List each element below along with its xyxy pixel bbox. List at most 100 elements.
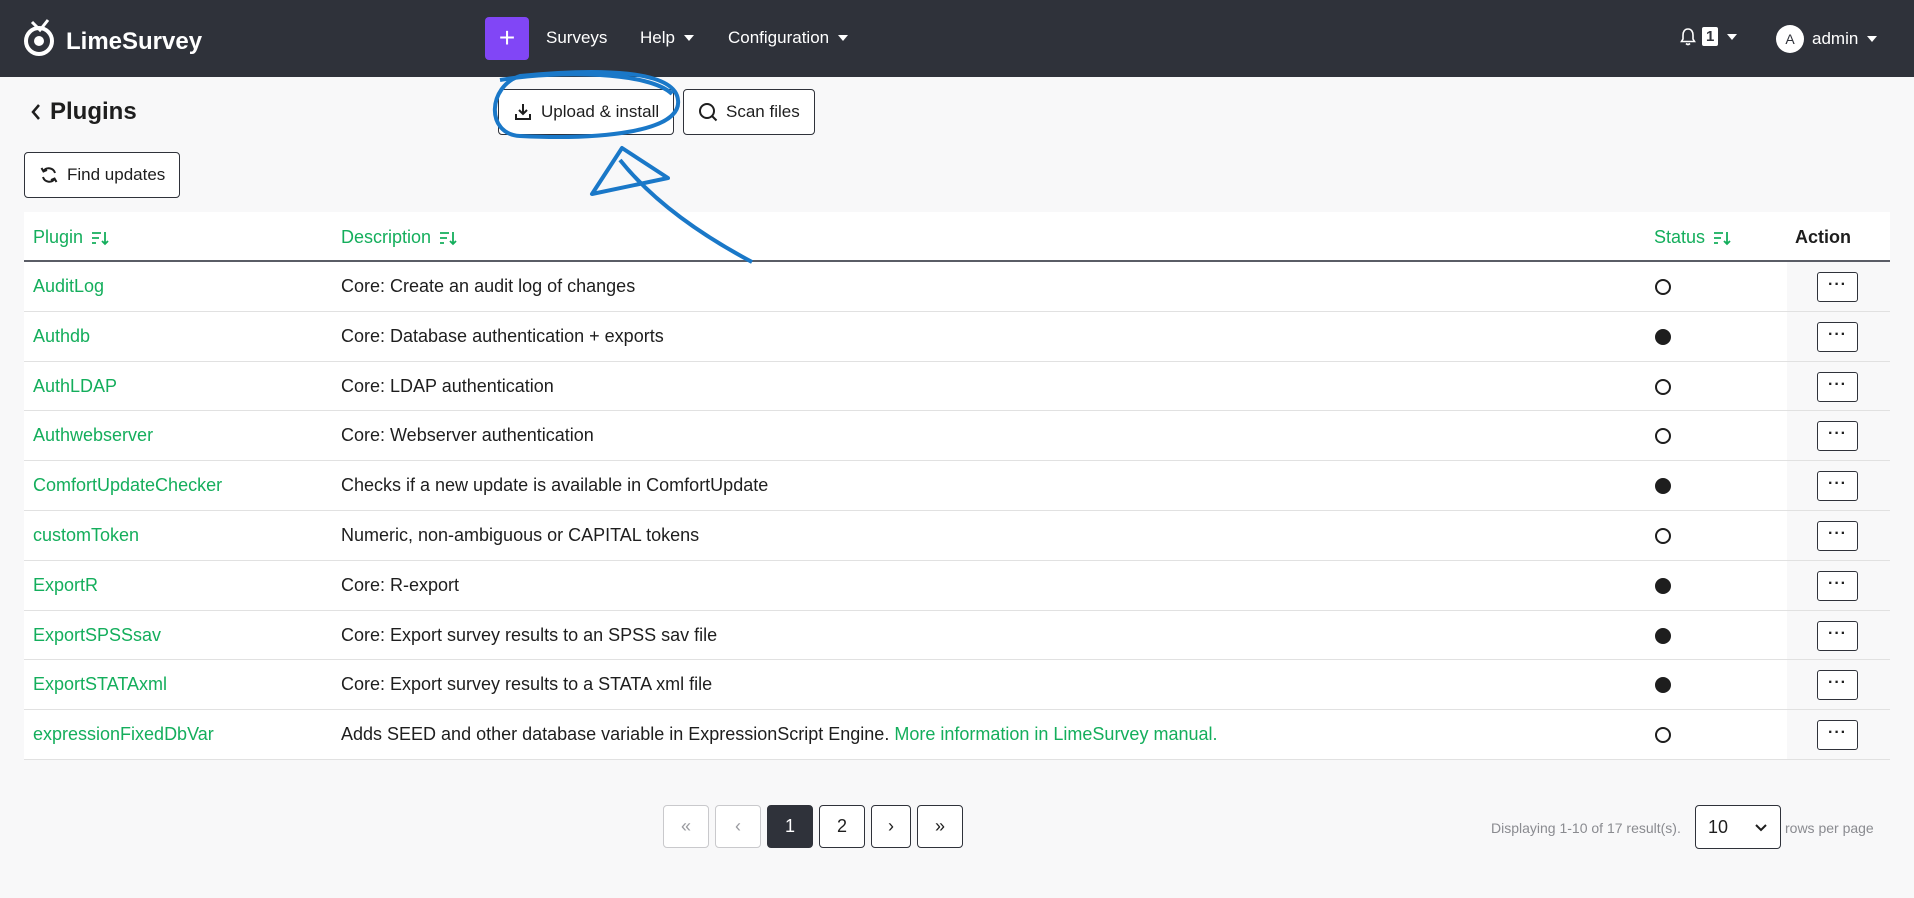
plugin-name-link[interactable]: ExportSTATAxml xyxy=(33,674,167,695)
plugin-name-link[interactable]: ExportR xyxy=(33,575,98,596)
table-row: AuthLDAP Core: LDAP authentication ··· xyxy=(24,361,1890,412)
plugin-description: Adds SEED and other database variable in… xyxy=(341,724,890,745)
page-2-button[interactable]: 2 xyxy=(819,805,865,848)
plugin-description-cell: Core: Export survey results to an SPSS s… xyxy=(341,625,717,646)
chevron-left-icon xyxy=(31,104,40,120)
bell-icon xyxy=(1680,27,1696,45)
plugin-name-link[interactable]: Authdb xyxy=(33,326,90,347)
plugin-name-link[interactable]: customToken xyxy=(33,525,139,546)
plugin-description: Core: Export survey results to a STATA x… xyxy=(341,674,713,695)
plugin-name-link[interactable]: Authwebserver xyxy=(33,425,153,446)
row-actions-button[interactable]: ··· xyxy=(1817,720,1858,751)
plugins-table: Plugin Description Status Action AuditLo… xyxy=(24,212,1890,760)
plugin-description-cell: Core: R-export xyxy=(341,575,459,596)
prev-page-button[interactable]: ‹ xyxy=(715,805,761,848)
status-active-icon xyxy=(1655,328,1671,345)
find-updates-button[interactable]: Find updates xyxy=(24,152,181,198)
scan-files-button[interactable]: Scan files xyxy=(683,89,815,135)
table-row: ExportR Core: R-export ··· xyxy=(24,560,1890,611)
notification-count-badge: 1 xyxy=(1702,27,1719,46)
limesurvey-logo-icon xyxy=(24,19,54,56)
notifications-dropdown[interactable]: 1 xyxy=(1680,27,1738,46)
table-row: expressionFixedDbVar Adds SEED and other … xyxy=(24,710,1890,760)
scan-files-label: Scan files xyxy=(726,102,800,121)
brand-name: LimeSurvey xyxy=(66,28,203,55)
user-menu-dropdown[interactable]: A admin xyxy=(1776,25,1878,53)
row-actions-button[interactable]: ··· xyxy=(1817,371,1858,402)
plugin-description: Core: Create an audit log of changes xyxy=(341,276,636,296)
rows-per-page-value: 10 xyxy=(1708,817,1729,837)
row-actions-button[interactable]: ··· xyxy=(1817,471,1858,502)
action-header: Action xyxy=(1795,227,1851,247)
nav-configuration-dropdown[interactable]: Configuration xyxy=(728,28,849,48)
page-1-button[interactable]: 1 xyxy=(767,805,813,848)
table-row: Authdb Core: Database authentication + ex… xyxy=(24,311,1890,362)
rows-per-page-label: rows per page xyxy=(1785,820,1874,836)
plugin-name-link[interactable]: AuditLog xyxy=(33,276,104,297)
plugin-description-cell: Checks if a new update is available in C… xyxy=(341,475,768,496)
plugin-description-cell: Core: Export survey results to a STATA x… xyxy=(341,674,712,695)
table-row: customToken Numeric, non-ambiguous or CAP… xyxy=(24,510,1890,561)
table-row: ExportSTATAxml Core: Export survey result… xyxy=(24,660,1890,711)
table-row: ComfortUpdateChecker Checks if a new upda… xyxy=(24,461,1890,511)
status-inactive-icon xyxy=(1655,378,1671,395)
sort-description-header[interactable]: Description xyxy=(341,227,457,248)
chevron-down-icon xyxy=(1755,824,1767,832)
user-name: admin xyxy=(1812,29,1859,48)
search-icon xyxy=(699,103,718,122)
manual-link[interactable]: More information in LimeSurvey manual. xyxy=(894,724,1217,744)
results-summary: Displaying 1-10 of 17 result(s). xyxy=(1491,820,1681,836)
plugin-description: Core: Webserver authentication xyxy=(341,425,594,446)
nav-configuration-label: Configuration xyxy=(728,28,830,47)
create-survey-button[interactable]: + xyxy=(485,17,529,60)
page-title: Plugins xyxy=(50,98,137,125)
back-to-previous-link[interactable]: Plugins xyxy=(30,98,137,126)
rows-per-page-select[interactable]: 10 xyxy=(1695,805,1781,849)
sort-plugin-header[interactable]: Plugin xyxy=(33,227,109,248)
first-page-button[interactable]: « xyxy=(663,805,709,848)
next-page-button[interactable]: › xyxy=(871,805,911,848)
upload-install-label: Upload & install xyxy=(541,102,660,121)
plugin-name-link[interactable]: ExportSPSSsav xyxy=(33,625,161,646)
table-header: Plugin Description Status Action xyxy=(24,212,1890,262)
upload-install-button[interactable]: Upload & install xyxy=(498,89,675,135)
row-actions-button[interactable]: ··· xyxy=(1817,520,1858,551)
nav-help-label: Help xyxy=(640,28,675,47)
table-row: AuditLog Core: Create an audit log of cha… xyxy=(24,262,1890,312)
sort-status-header[interactable]: Status xyxy=(1654,227,1731,248)
nav-surveys-label: Surveys xyxy=(546,28,608,47)
row-actions-button[interactable]: ··· xyxy=(1817,570,1858,601)
row-actions-button[interactable]: ··· xyxy=(1817,321,1858,352)
plugin-name-link[interactable]: AuthLDAP xyxy=(33,376,117,397)
sort-icon xyxy=(92,231,109,245)
status-active-icon xyxy=(1655,577,1671,594)
row-actions-button[interactable]: ··· xyxy=(1817,421,1858,452)
status-header-label: Status xyxy=(1654,227,1706,247)
caret-down-icon xyxy=(683,35,694,41)
table-row: ExportSPSSsav Core: Export survey results… xyxy=(24,610,1890,661)
plugin-description: Core: Export survey results to an SPSS s… xyxy=(341,624,718,645)
last-page-button[interactable]: » xyxy=(917,805,963,848)
refresh-icon xyxy=(40,167,58,183)
table-row: Authwebserver Core: Webserver authenticat… xyxy=(24,411,1890,462)
pagination: « ‹ 1 2 › » xyxy=(663,805,969,848)
description-header-label: Description xyxy=(341,227,432,247)
plugin-name-link[interactable]: expressionFixedDbVar xyxy=(33,724,214,745)
brand-link[interactable]: LimeSurvey xyxy=(22,18,202,58)
plugin-description-cell: Core: Create an audit log of changes xyxy=(341,276,635,297)
plugin-description-cell: Numeric, non-ambiguous or CAPITAL tokens xyxy=(341,525,699,546)
caret-down-icon xyxy=(1727,33,1738,40)
plugin-description-cell: Core: Database authentication + exports xyxy=(341,326,664,347)
status-active-icon xyxy=(1655,627,1671,644)
caret-down-icon xyxy=(1867,36,1878,42)
plugin-description: Core: R-export xyxy=(341,574,460,595)
row-actions-button[interactable]: ··· xyxy=(1817,272,1858,302)
status-inactive-icon xyxy=(1655,727,1671,744)
caret-down-icon xyxy=(838,35,849,41)
row-actions-button[interactable]: ··· xyxy=(1817,620,1858,651)
row-actions-button[interactable]: ··· xyxy=(1817,670,1858,701)
nav-help-dropdown[interactable]: Help xyxy=(640,28,694,48)
nav-surveys[interactable]: Surveys xyxy=(546,28,607,48)
sort-icon xyxy=(440,231,457,245)
plugin-name-link[interactable]: ComfortUpdateChecker xyxy=(33,475,222,496)
